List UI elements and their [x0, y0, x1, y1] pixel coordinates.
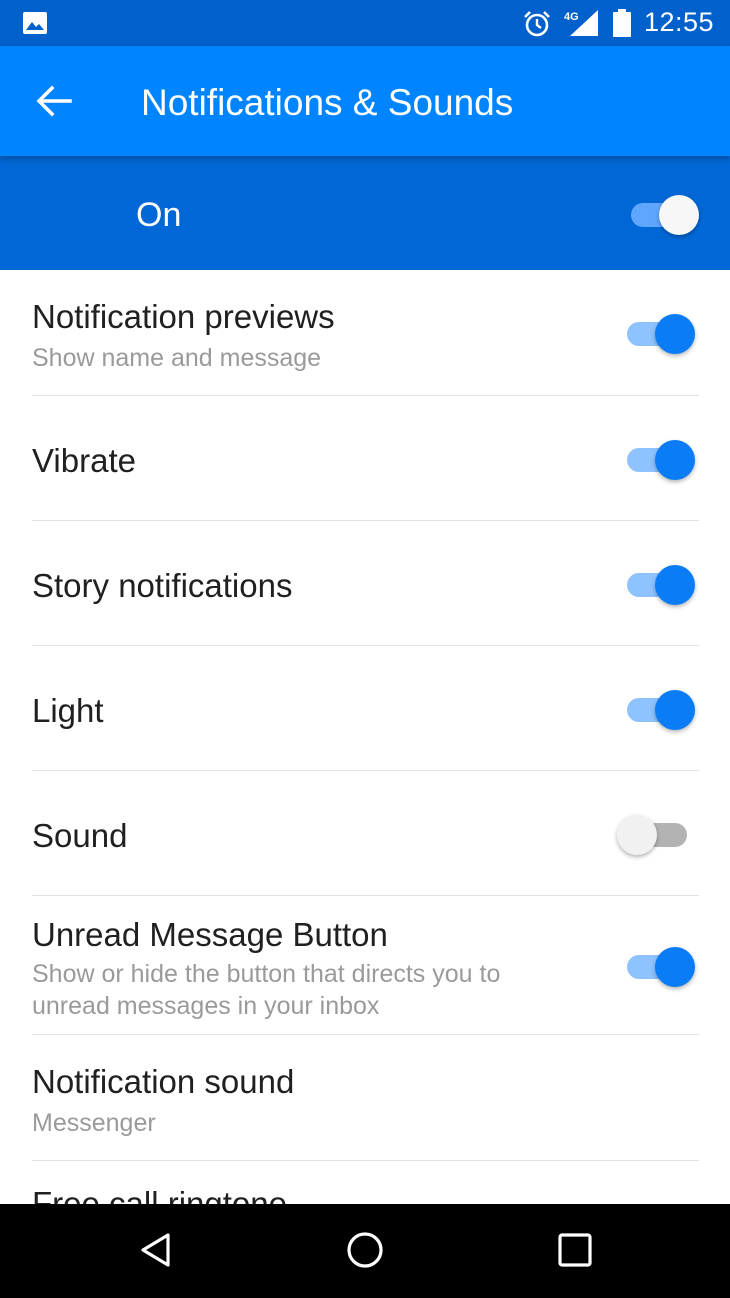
home-nav-icon[interactable]: [345, 1230, 385, 1270]
setting-title: Vibrate: [32, 442, 136, 479]
alarm-icon: [524, 11, 550, 37]
vibrate-switch[interactable]: [625, 436, 697, 480]
sound-switch[interactable]: [617, 811, 695, 855]
setting-subtitle: Show name and message: [32, 344, 322, 372]
page-title: Notifications & Sounds: [141, 82, 514, 123]
switch-thumb: [659, 195, 699, 235]
master-toggle-row[interactable]: On: [0, 156, 730, 270]
setting-title: Free call ringtone: [32, 1185, 287, 1204]
setting-notification-previews[interactable]: Notification previews Show name and mess…: [0, 270, 730, 396]
setting-light[interactable]: Light: [0, 646, 730, 771]
signal-icon: 4G: [564, 10, 598, 36]
master-toggle-switch[interactable]: [629, 191, 701, 235]
status-bar: 4G 12:55: [0, 0, 730, 46]
setting-subtitle: Messenger: [32, 1109, 156, 1137]
master-toggle-label: On: [136, 196, 182, 234]
setting-subtitle-line1: Show or hide the button that directs you…: [32, 960, 501, 988]
setting-title: Notification sound: [32, 1063, 295, 1100]
setting-unread-message-button[interactable]: Unread Message Button Show or hide the b…: [0, 896, 730, 1035]
setting-title: Story notifications: [32, 567, 293, 604]
back-arrow-icon[interactable]: [34, 83, 74, 119]
unread-message-button-switch[interactable]: [625, 943, 697, 987]
back-nav-icon[interactable]: [136, 1230, 176, 1270]
app-bar: Notifications & Sounds: [0, 46, 730, 156]
recents-nav-icon[interactable]: [555, 1230, 595, 1270]
setting-title: Sound: [32, 817, 128, 854]
network-type-label: 4G: [564, 11, 579, 23]
light-switch[interactable]: [625, 686, 697, 730]
notification-previews-switch[interactable]: [625, 310, 697, 354]
gallery-icon: [23, 12, 47, 34]
setting-vibrate[interactable]: Vibrate: [0, 396, 730, 521]
setting-title: Light: [32, 692, 104, 729]
battery-icon: [613, 9, 631, 37]
story-notifications-switch[interactable]: [625, 561, 697, 605]
setting-story-notifications[interactable]: Story notifications: [0, 521, 730, 646]
setting-title: Notification previews: [32, 298, 335, 335]
setting-title: Unread Message Button: [32, 916, 388, 953]
setting-free-call-ringtone[interactable]: Free call ringtone: [0, 1161, 730, 1204]
setting-notification-sound[interactable]: Notification sound Messenger: [0, 1035, 730, 1161]
clock: 12:55: [644, 7, 715, 37]
navigation-bar: [0, 1204, 730, 1298]
setting-subtitle-line2: unread messages in your inbox: [32, 992, 380, 1020]
